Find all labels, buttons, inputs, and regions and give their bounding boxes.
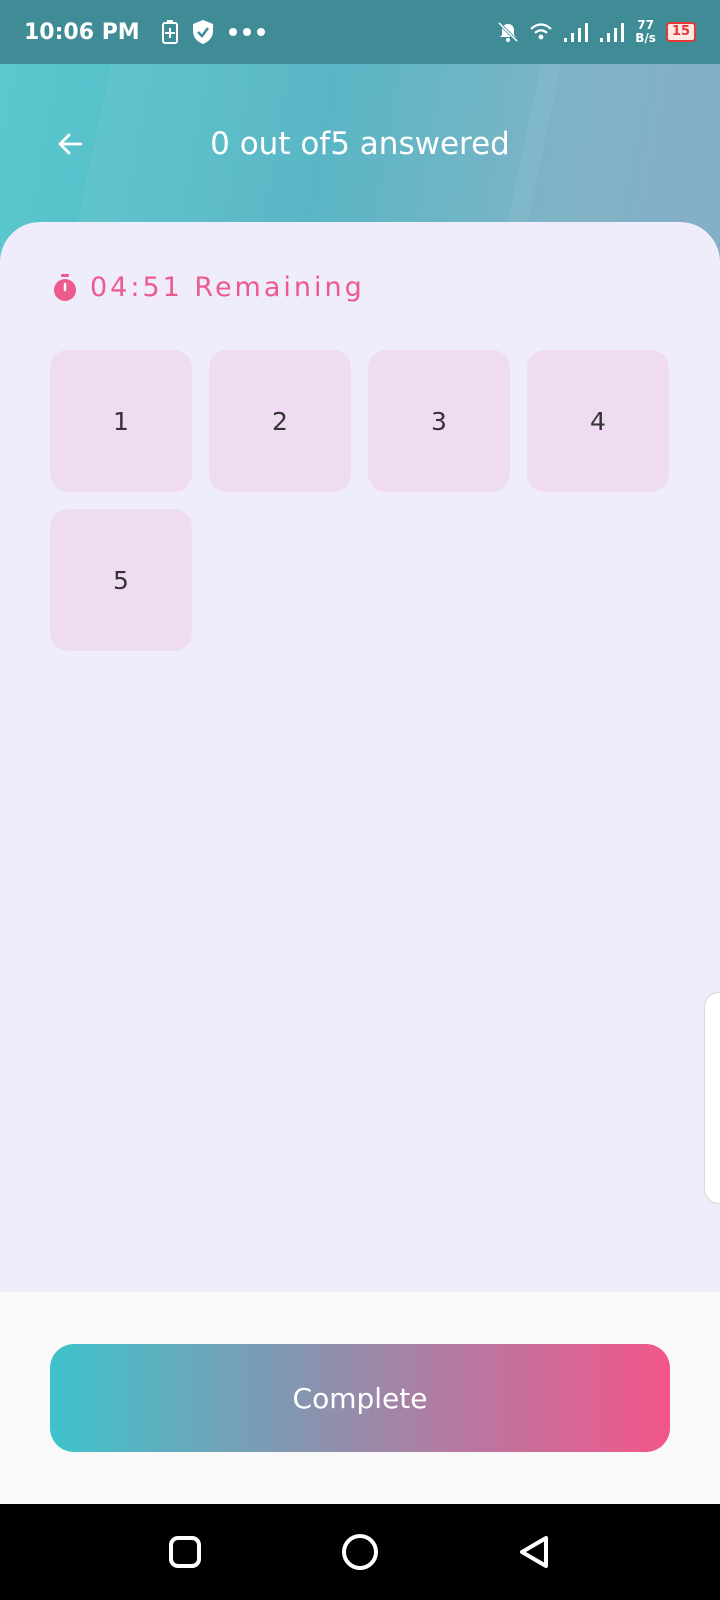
question-tile-4[interactable]: 4 xyxy=(527,350,669,492)
square-icon xyxy=(168,1535,202,1569)
status-icons-right: 77 B/s 15 xyxy=(497,19,696,45)
question-grid: 1 2 3 4 5 xyxy=(50,350,670,651)
signal-2-icon xyxy=(599,21,625,43)
battery-indicator: 15 xyxy=(665,22,696,42)
status-icons-left xyxy=(161,19,266,45)
circle-icon xyxy=(341,1533,379,1571)
bell-off-icon xyxy=(497,21,519,43)
timer: 04:51 Remaining xyxy=(52,272,365,303)
shield-check-icon xyxy=(192,19,214,45)
page-title: 0 out of5 answered xyxy=(210,126,510,162)
system-nav-bar xyxy=(0,1504,720,1600)
question-tile-5[interactable]: 5 xyxy=(50,509,192,651)
question-panel: 04:51 Remaining 1 2 3 4 5 xyxy=(0,222,720,1292)
bottom-action-area: Complete xyxy=(0,1292,720,1504)
recents-button[interactable] xyxy=(163,1530,207,1574)
nav-back-button[interactable] xyxy=(512,1530,556,1574)
wifi-icon xyxy=(529,23,553,41)
question-tile-2[interactable]: 2 xyxy=(209,350,351,492)
question-tile-3[interactable]: 3 xyxy=(368,350,510,492)
stopwatch-icon xyxy=(52,273,78,302)
question-tile-1[interactable]: 1 xyxy=(50,350,192,492)
complete-button[interactable]: Complete xyxy=(50,1344,670,1452)
home-button[interactable] xyxy=(338,1530,382,1574)
signal-1-icon xyxy=(563,21,589,43)
triangle-back-icon xyxy=(517,1534,551,1570)
more-dots-icon xyxy=(228,27,266,37)
net-speed: 77 B/s xyxy=(635,19,656,45)
status-bar: 10:06 PM 77 B/s 15 xyxy=(0,0,720,64)
timer-text: 04:51 Remaining xyxy=(90,272,365,303)
side-drawer-handle[interactable] xyxy=(704,992,720,1204)
net-speed-unit: B/s xyxy=(635,31,656,45)
status-time: 10:06 PM xyxy=(24,19,140,45)
battery-saver-icon xyxy=(161,20,178,44)
